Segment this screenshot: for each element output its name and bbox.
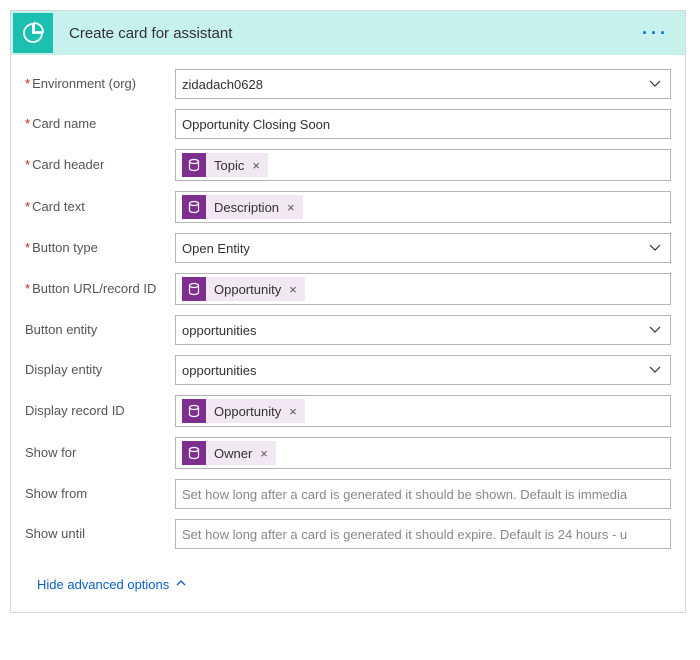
row-card-name: Card name Opportunity Closing Soon [25, 109, 671, 139]
token-topic[interactable]: Topic × [182, 153, 268, 177]
show-until-input[interactable]: Set how long after a card is generated i… [175, 519, 671, 549]
action-card: Create card for assistant ··· Environmen… [10, 10, 686, 613]
label-display-entity: Display entity [25, 362, 175, 378]
card-title: Create card for assistant [55, 25, 634, 42]
token-owner[interactable]: Owner × [182, 441, 276, 465]
label-display-record-id: Display record ID [25, 403, 175, 419]
row-environment: Environment (org) zidadach0628 [25, 69, 671, 99]
card-header-bar: Create card for assistant ··· [11, 11, 685, 55]
show-for-input[interactable]: Owner × [175, 437, 671, 469]
label-environment: Environment (org) [25, 76, 175, 92]
card-menu-button[interactable]: ··· [634, 19, 677, 48]
token-opportunity[interactable]: Opportunity × [182, 277, 305, 301]
chevron-down-icon [648, 323, 662, 337]
token-remove[interactable]: × [287, 200, 295, 215]
label-card-header: Card header [25, 157, 175, 173]
show-from-input[interactable]: Set how long after a card is generated i… [175, 479, 671, 509]
row-button-entity: Button entity opportunities [25, 315, 671, 345]
row-display-entity: Display entity opportunities [25, 355, 671, 385]
label-show-until: Show until [25, 526, 175, 542]
hide-advanced-options-link[interactable]: Hide advanced options [37, 577, 187, 592]
card-header-input[interactable]: Topic × [175, 149, 671, 181]
action-icon [13, 13, 53, 53]
data-icon [182, 195, 206, 219]
data-icon [182, 399, 206, 423]
show-from-placeholder: Set how long after a card is generated i… [182, 487, 627, 502]
token-label: Topic [214, 158, 244, 173]
environment-select[interactable]: zidadach0628 [175, 69, 671, 99]
button-entity-value: opportunities [182, 323, 256, 338]
data-icon [182, 277, 206, 301]
row-card-text: Card text Description × [25, 191, 671, 223]
token-remove[interactable]: × [289, 404, 297, 419]
row-show-until: Show until Set how long after a card is … [25, 519, 671, 549]
button-type-select[interactable]: Open Entity [175, 233, 671, 263]
token-remove[interactable]: × [260, 446, 268, 461]
label-card-name: Card name [25, 116, 175, 132]
chevron-down-icon [648, 77, 662, 91]
row-button-url: Button URL/record ID Opportunity × [25, 273, 671, 305]
button-type-value: Open Entity [182, 241, 250, 256]
token-remove[interactable]: × [289, 282, 297, 297]
row-card-header: Card header Topic × [25, 149, 671, 181]
token-opportunity[interactable]: Opportunity × [182, 399, 305, 423]
row-display-record-id: Display record ID Opportunity × [25, 395, 671, 427]
label-show-for: Show for [25, 445, 175, 461]
row-show-from: Show from Set how long after a card is g… [25, 479, 671, 509]
card-footer: Hide advanced options [11, 567, 685, 612]
token-description[interactable]: Description × [182, 195, 303, 219]
display-entity-value: opportunities [182, 363, 256, 378]
label-button-url: Button URL/record ID [25, 281, 175, 297]
label-button-type: Button type [25, 240, 175, 256]
token-label: Opportunity [214, 282, 281, 297]
pie-chart-icon [21, 21, 45, 45]
card-name-value: Opportunity Closing Soon [182, 117, 330, 132]
token-label: Description [214, 200, 279, 215]
show-until-placeholder: Set how long after a card is generated i… [182, 527, 627, 542]
form-body: Environment (org) zidadach0628 Card name… [11, 55, 685, 567]
display-entity-select[interactable]: opportunities [175, 355, 671, 385]
row-button-type: Button type Open Entity [25, 233, 671, 263]
display-record-id-input[interactable]: Opportunity × [175, 395, 671, 427]
chevron-down-icon [648, 363, 662, 377]
environment-value: zidadach0628 [182, 77, 263, 92]
card-name-input[interactable]: Opportunity Closing Soon [175, 109, 671, 139]
toggle-label: Hide advanced options [37, 577, 169, 592]
label-button-entity: Button entity [25, 322, 175, 338]
card-text-input[interactable]: Description × [175, 191, 671, 223]
button-entity-select[interactable]: opportunities [175, 315, 671, 345]
data-icon [182, 153, 206, 177]
chevron-down-icon [648, 241, 662, 255]
token-label: Opportunity [214, 404, 281, 419]
data-icon [182, 441, 206, 465]
button-url-input[interactable]: Opportunity × [175, 273, 671, 305]
token-label: Owner [214, 446, 252, 461]
label-card-text: Card text [25, 199, 175, 215]
chevron-up-icon [175, 577, 187, 592]
token-remove[interactable]: × [252, 158, 260, 173]
row-show-for: Show for Owner × [25, 437, 671, 469]
label-show-from: Show from [25, 486, 175, 502]
